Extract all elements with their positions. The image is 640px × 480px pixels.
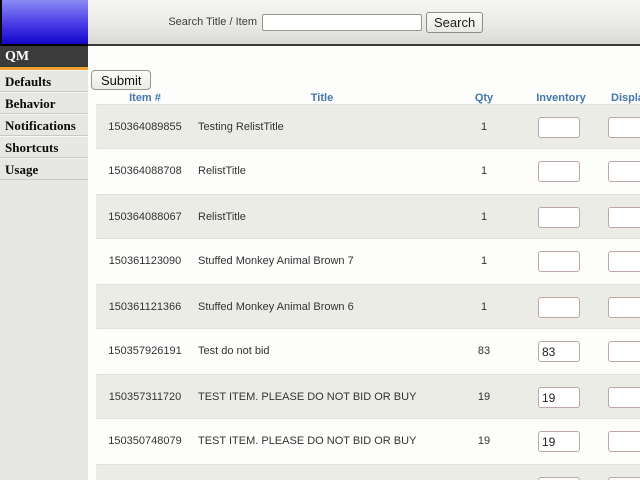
top-bar: Search Title / Item Search xyxy=(0,0,640,46)
column-header-qty: Qty xyxy=(474,92,494,104)
column-header-display: Display xyxy=(611,92,640,104)
table-row: 150361123090 Stuffed Monkey Animal Brown… xyxy=(96,239,640,284)
table-header: Item # Title Qty Inventory Display xyxy=(96,92,640,104)
sidebar-item-qm[interactable]: QM xyxy=(0,46,88,70)
item-qty: 1 xyxy=(480,121,488,133)
submit-button[interactable]: Submit xyxy=(91,70,152,90)
item-title: Stuffed Monkey Animal Brown 7 xyxy=(198,255,354,267)
sidebar-item-notifications[interactable]: Notifications xyxy=(0,114,88,136)
sidebar-item-behavior[interactable]: Behavior xyxy=(0,92,88,114)
item-number: 150350748079 xyxy=(108,435,182,447)
inventory-input[interactable] xyxy=(538,431,580,452)
inventory-input[interactable] xyxy=(538,117,580,138)
item-number xyxy=(105,465,185,480)
table-row: 150350748079 TEST ITEM. PLEASE DO NOT BI… xyxy=(96,419,640,464)
search-label: Search Title / Item xyxy=(168,16,257,28)
table-row: 150364089855 Testing RelistTitle 1 xyxy=(96,104,640,149)
item-number: 150364088708 xyxy=(108,165,182,177)
column-header-inventory: Inventory xyxy=(536,92,586,104)
inventory-input[interactable] xyxy=(538,341,580,362)
display-input[interactable] xyxy=(608,161,640,182)
inventory-input[interactable] xyxy=(538,207,580,228)
table-row: 150357926191 Test do not bid 83 xyxy=(96,329,640,374)
item-title xyxy=(198,465,460,480)
item-qty xyxy=(464,465,504,480)
inventory-input[interactable] xyxy=(538,387,580,408)
inventory-input[interactable] xyxy=(538,251,580,272)
inventory-input[interactable] xyxy=(538,161,580,182)
search-input[interactable] xyxy=(262,14,422,31)
item-number: 150357311720 xyxy=(108,391,182,403)
display-input[interactable] xyxy=(608,207,640,228)
search-button[interactable]: Search xyxy=(426,12,484,33)
item-title: Test do not bid xyxy=(198,345,270,357)
table-row: 150361121366 Stuffed Monkey Animal Brown… xyxy=(96,284,640,329)
item-number: 150357926191 xyxy=(108,345,182,357)
item-qty: 19 xyxy=(477,435,491,447)
item-number: 150364088067 xyxy=(108,211,182,223)
item-qty: 1 xyxy=(480,255,488,267)
display-input[interactable] xyxy=(608,297,640,318)
main-content: Submit Item # Title Qty Inventory Displa… xyxy=(88,46,640,480)
display-input[interactable] xyxy=(608,387,640,408)
item-title: TEST ITEM. PLEASE DO NOT BID OR BUY xyxy=(198,435,417,447)
sidebar-item-usage[interactable]: Usage xyxy=(0,158,88,180)
table-row: 150357311720 TEST ITEM. PLEASE DO NOT BI… xyxy=(96,374,640,419)
sidebar-item-defaults[interactable]: Defaults xyxy=(0,70,88,92)
item-qty: 1 xyxy=(480,211,488,223)
table-row: 150364088067 RelistTitle 1 xyxy=(96,194,640,239)
item-number: 150361121366 xyxy=(108,301,182,313)
item-qty: 1 xyxy=(480,165,488,177)
item-number: 150361123090 xyxy=(108,255,182,267)
table-row: 150364088708 RelistTitle 1 xyxy=(96,149,640,194)
item-title: Testing RelistTitle xyxy=(198,121,284,133)
item-qty: 1 xyxy=(480,301,488,313)
display-input[interactable] xyxy=(608,341,640,362)
column-header-title: Title xyxy=(310,92,334,104)
item-title: RelistTitle xyxy=(198,211,246,223)
item-number: 150364089855 xyxy=(108,121,182,133)
sidebar: QM Defaults Behavior Notifications Short… xyxy=(0,46,88,480)
table-body: 150364089855 Testing RelistTitle 1 15036… xyxy=(96,104,640,480)
item-title: TEST ITEM. PLEASE DO NOT BID OR BUY xyxy=(198,391,417,403)
item-qty: 83 xyxy=(477,345,491,357)
item-title: Stuffed Monkey Animal Brown 6 xyxy=(198,301,354,313)
sidebar-item-shortcuts[interactable]: Shortcuts xyxy=(0,136,88,158)
table-row xyxy=(96,464,640,480)
item-title: RelistTitle xyxy=(198,165,246,177)
logo xyxy=(0,0,88,46)
display-input[interactable] xyxy=(608,117,640,138)
display-input[interactable] xyxy=(608,431,640,452)
item-qty: 19 xyxy=(477,391,491,403)
column-header-item: Item # xyxy=(129,92,161,104)
inventory-input[interactable] xyxy=(538,297,580,318)
display-input[interactable] xyxy=(608,251,640,272)
